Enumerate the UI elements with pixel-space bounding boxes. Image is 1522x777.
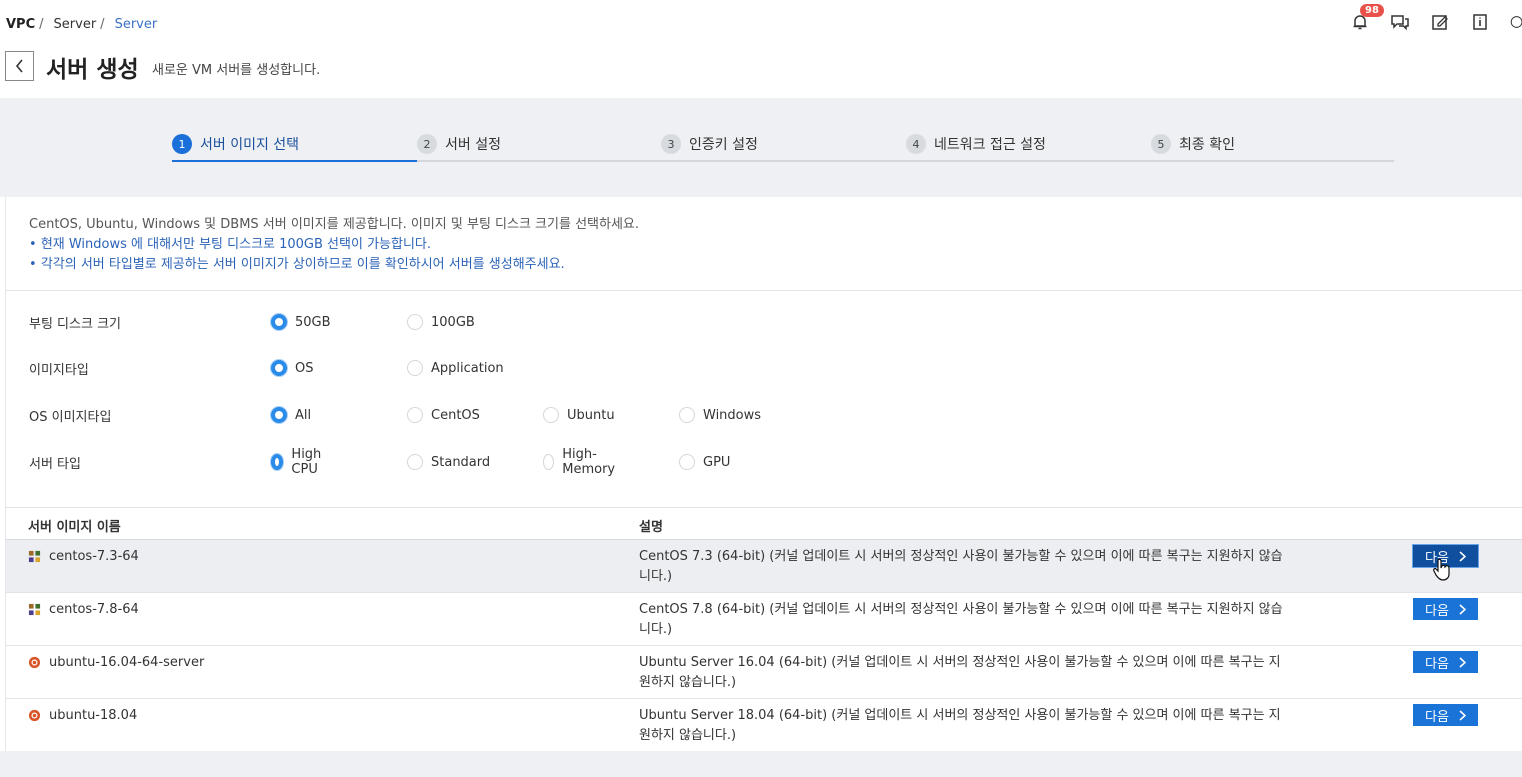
step-auth-key[interactable]: 3 인증키 설정 bbox=[661, 131, 758, 157]
step-label: 최종 확인 bbox=[1179, 137, 1235, 153]
radio-all[interactable]: All bbox=[271, 407, 311, 423]
pointer-cursor-icon bbox=[1433, 558, 1450, 581]
page-footer-background bbox=[0, 751, 1522, 777]
option-label: 부팅 디스크 크기 bbox=[29, 316, 121, 332]
step-network-access[interactable]: 4 네트워크 접근 설정 bbox=[906, 131, 1046, 157]
breadcrumb-separator: / bbox=[39, 17, 44, 32]
info-lead: CentOS, Ubuntu, Windows 및 DBMS 서버 이미지를 제… bbox=[29, 217, 639, 232]
chat-button[interactable] bbox=[1390, 12, 1410, 32]
image-description: CentOS 7.3 (64-bit) (커널 업데이트 시 서버의 정상적인 … bbox=[639, 549, 1283, 584]
table-row[interactable]: centos-7.8-64 CentOS 7.8 (64-bit) (커널 업데… bbox=[6, 593, 1522, 646]
column-header-name: 서버 이미지 이름 bbox=[28, 520, 121, 535]
option-label: 이미지타입 bbox=[29, 362, 89, 378]
next-button[interactable]: 다음 bbox=[1413, 598, 1478, 620]
table-row[interactable]: ubuntu-18.04 Ubuntu Server 18.04 (64-bit… bbox=[6, 699, 1522, 752]
image-name: ubuntu-18.04 bbox=[49, 708, 138, 723]
chevron-right-icon bbox=[1459, 550, 1466, 562]
info-button[interactable] bbox=[1470, 12, 1490, 32]
chevron-right-icon bbox=[1459, 709, 1466, 721]
option-row-server-type: 서버 타입 High CPU Standard High-Memory GPU bbox=[29, 447, 730, 477]
breadcrumb: VPC / Server / Server bbox=[6, 17, 157, 32]
chevron-left-icon bbox=[15, 59, 23, 73]
table-header: 서버 이미지 이름 설명 bbox=[6, 507, 1522, 540]
image-description: Ubuntu Server 18.04 (64-bit) (커널 업데이트 시 … bbox=[639, 708, 1281, 743]
image-description: Ubuntu Server 16.04 (64-bit) (커널 업데이트 시 … bbox=[639, 655, 1281, 690]
image-name-cell: centos-7.3-64 bbox=[28, 549, 139, 564]
radio-os[interactable]: OS bbox=[271, 360, 313, 376]
option-label: 서버 타입 bbox=[29, 456, 81, 472]
breadcrumb-separator: / bbox=[100, 17, 105, 32]
breadcrumb-current[interactable]: Server bbox=[115, 17, 158, 32]
top-toolbar: 98 bbox=[1350, 4, 1522, 32]
centos-icon bbox=[28, 550, 41, 563]
step-label: 서버 이미지 선택 bbox=[200, 137, 300, 153]
option-row-image-type: 이미지타입 OS Application bbox=[29, 357, 504, 379]
ubuntu-icon bbox=[28, 709, 41, 722]
step-number: 4 bbox=[906, 134, 926, 154]
option-row-os-image-type: OS 이미지타입 All CentOS Ubuntu Windows bbox=[29, 404, 761, 426]
image-name: centos-7.3-64 bbox=[49, 549, 139, 564]
ubuntu-icon bbox=[28, 656, 41, 669]
page-subtitle: 새로운 VM 서버를 생성합니다. bbox=[152, 63, 321, 78]
centos-icon bbox=[28, 603, 41, 616]
column-header-desc: 설명 bbox=[639, 520, 663, 535]
radio-ubuntu[interactable]: Ubuntu bbox=[543, 407, 615, 423]
image-name: centos-7.8-64 bbox=[49, 602, 139, 617]
stepper-area: 1 서버 이미지 선택 2 서버 설정 3 인증키 설정 4 네트워크 접근 설… bbox=[0, 98, 1522, 197]
active-step-indicator bbox=[172, 160, 417, 162]
radio-centos[interactable]: CentOS bbox=[407, 407, 480, 423]
radio-application[interactable]: Application bbox=[407, 360, 504, 376]
radio-100gb[interactable]: 100GB bbox=[407, 314, 475, 330]
chevron-right-icon bbox=[1459, 656, 1466, 668]
radio-gpu[interactable]: GPU bbox=[679, 454, 730, 470]
step-server-image[interactable]: 1 서버 이미지 선택 bbox=[172, 131, 299, 157]
table-row[interactable]: centos-7.3-64 CentOS 7.3 (64-bit) (커널 업데… bbox=[6, 540, 1522, 593]
radio-windows[interactable]: Windows bbox=[679, 407, 761, 423]
radio-50gb[interactable]: 50GB bbox=[271, 314, 331, 330]
memo-button[interactable] bbox=[1430, 12, 1450, 32]
notification-badge: 98 bbox=[1360, 4, 1384, 17]
step-number: 2 bbox=[417, 134, 437, 154]
image-name-cell: ubuntu-18.04 bbox=[28, 708, 137, 723]
content-panel: CentOS, Ubuntu, Windows 및 DBMS 서버 이미지를 제… bbox=[5, 197, 1522, 752]
chevron-right-icon bbox=[1459, 603, 1466, 615]
step-number: 3 bbox=[661, 134, 681, 154]
image-name-cell: centos-7.8-64 bbox=[28, 602, 139, 617]
chat-icon bbox=[1391, 15, 1409, 31]
divider bbox=[6, 290, 1522, 291]
stepper: 1 서버 이미지 선택 2 서버 설정 3 인증키 설정 4 네트워크 접근 설… bbox=[172, 128, 1394, 162]
info-icon bbox=[1473, 14, 1487, 30]
next-button[interactable]: 다음 bbox=[1413, 651, 1478, 673]
notification-button[interactable]: 98 bbox=[1350, 4, 1384, 32]
option-label: OS 이미지타입 bbox=[29, 409, 112, 425]
step-label: 인증키 설정 bbox=[689, 137, 758, 153]
image-description: CentOS 7.8 (64-bit) (커널 업데이트 시 서버의 정상적인 … bbox=[639, 602, 1283, 637]
user-menu-button[interactable] bbox=[1510, 12, 1522, 32]
user-icon bbox=[1510, 16, 1522, 28]
step-label: 네트워크 접근 설정 bbox=[934, 137, 1046, 153]
step-label: 서버 설정 bbox=[445, 137, 501, 153]
radio-high-memory[interactable]: High-Memory bbox=[543, 447, 620, 477]
back-button[interactable] bbox=[5, 51, 34, 81]
step-number: 1 bbox=[172, 134, 192, 154]
info-bullet: 현재 Windows 에 대해서만 부팅 디스크로 100GB 선택이 가능합니… bbox=[29, 235, 1522, 255]
breadcrumb-server[interactable]: Server bbox=[54, 17, 97, 32]
breadcrumb-vpc[interactable]: VPC bbox=[6, 17, 35, 32]
next-button[interactable]: 다음 bbox=[1413, 704, 1478, 726]
info-bullet: 각각의 서버 타입별로 제공하는 서버 이미지가 상이하므로 이를 확인하시어 … bbox=[29, 255, 1522, 275]
edit-icon bbox=[1432, 15, 1448, 30]
radio-standard[interactable]: Standard bbox=[407, 454, 490, 470]
step-server-settings[interactable]: 2 서버 설정 bbox=[417, 131, 501, 157]
step-final-review[interactable]: 5 최종 확인 bbox=[1151, 131, 1235, 157]
page-title: 서버 생성 bbox=[46, 57, 139, 83]
page-header: VPC / Server / Server 서버 생성 새로운 VM 서버를 생성합… bbox=[0, 0, 1522, 98]
table-row[interactable]: ubuntu-16.04-64-server Ubuntu Server 16.… bbox=[6, 646, 1522, 699]
image-name: ubuntu-16.04-64-server bbox=[49, 655, 205, 670]
image-name-cell: ubuntu-16.04-64-server bbox=[28, 655, 204, 670]
step-number: 5 bbox=[1151, 134, 1171, 154]
info-box: CentOS, Ubuntu, Windows 및 DBMS 서버 이미지를 제… bbox=[6, 197, 1522, 275]
radio-high-cpu[interactable]: High CPU bbox=[271, 447, 325, 477]
option-row-boot-disk: 부팅 디스크 크기 50GB 100GB bbox=[29, 311, 475, 333]
